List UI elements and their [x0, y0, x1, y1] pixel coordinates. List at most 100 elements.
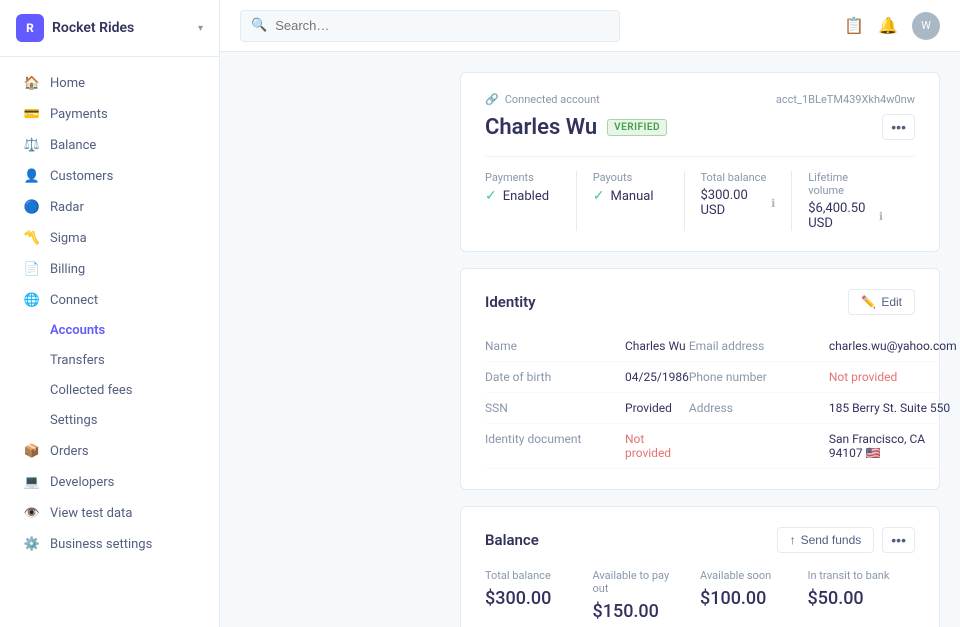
avatar[interactable]: W — [912, 12, 940, 40]
balance-in-transit: In transit to bank $50.00 — [808, 569, 916, 622]
send-funds-button[interactable]: ↑ Send funds — [777, 527, 875, 553]
sidebar-item-label: Connect — [50, 293, 98, 308]
chevron-down-icon: ▾ — [198, 23, 203, 34]
identity-row-dob: Date of birth 04/25/1986 — [485, 362, 689, 393]
field-label: Address — [689, 401, 829, 415]
identity-row-phone: Phone number Not provided — [689, 362, 957, 393]
topbar: 🔍 📋 🔔 W — [220, 0, 960, 52]
bal-label: In transit to bank — [808, 569, 900, 582]
sidebar-item-view-test-data[interactable]: 👁️ View test data — [8, 498, 211, 528]
sidebar-item-label: Transfers — [50, 353, 105, 368]
sidebar-item-customers[interactable]: 👤 Customers — [8, 161, 211, 191]
search-icon: 🔍 — [251, 18, 267, 33]
field-value: Provided — [625, 401, 672, 415]
account-name: Charles Wu — [485, 115, 597, 140]
stat-lifetime-volume: Lifetime volume $6,400.50 USD ℹ — [808, 171, 899, 231]
balance-header: Balance ↑ Send funds ••• — [485, 527, 915, 553]
account-stats: Payments ✓ Enabled Payouts ✓ Manual Tota… — [485, 156, 915, 231]
stat-value: $300.00 USD ℹ — [701, 188, 776, 218]
sidebar-item-radar[interactable]: 🔵 Radar — [8, 192, 211, 222]
info-icon-lifetime[interactable]: ℹ — [879, 210, 883, 223]
identity-card: Identity ✏️ Edit Name Charles Wu Date of… — [460, 268, 940, 490]
sidebar-item-sigma[interactable]: 〽️ Sigma — [8, 223, 211, 253]
sidebar: R Rocket Rides ▾ 🏠 Home 💳 Payments ⚖️ Ba… — [0, 0, 220, 627]
app-name: Rocket Rides — [52, 20, 134, 36]
main-content: 🔗 Connected account acct_1BLeTM439Xkh4w0… — [440, 52, 960, 627]
sidebar-item-home[interactable]: 🏠 Home — [8, 68, 211, 98]
send-funds-icon: ↑ — [790, 533, 796, 547]
sidebar-item-billing[interactable]: 📄 Billing — [8, 254, 211, 284]
docs-icon[interactable]: 📋 — [844, 16, 864, 35]
edit-label: Edit — [881, 295, 902, 309]
payments-icon: 💳 — [24, 106, 40, 122]
stat-label: Payments — [485, 171, 560, 184]
balance-icon: ⚖️ — [24, 137, 40, 153]
balance-total: Total balance $300.00 — [485, 569, 593, 622]
identity-title: Identity — [485, 293, 536, 311]
balance-available-soon: Available soon $100.00 — [700, 569, 808, 622]
stat-label: Payouts — [593, 171, 668, 184]
field-value: San Francisco, CA 94107 🇺🇸 — [829, 432, 957, 460]
search-box[interactable]: 🔍 — [240, 10, 620, 42]
more-options-button[interactable]: ••• — [882, 114, 915, 140]
field-label: Identity document — [485, 432, 625, 460]
sidebar-item-settings[interactable]: Settings — [8, 406, 211, 435]
connected-label: Connected account — [505, 93, 600, 106]
sidebar-item-balance[interactable]: ⚖️ Balance — [8, 130, 211, 160]
payouts-status: Manual — [610, 189, 653, 204]
connect-icon: 🌐 — [24, 292, 40, 308]
identity-header: Identity ✏️ Edit — [485, 289, 915, 315]
sidebar-item-label: Sigma — [50, 231, 87, 246]
identity-row-doc: Identity document Not provided — [485, 424, 689, 469]
sidebar-item-transfers[interactable]: Transfers — [8, 346, 211, 375]
notifications-icon[interactable]: 🔔 — [878, 16, 898, 35]
balance-actions: ↑ Send funds ••• — [777, 527, 915, 553]
sidebar-item-collected-fees[interactable]: Collected fees — [8, 376, 211, 405]
bal-value: $150.00 — [593, 601, 685, 622]
sidebar-nav: 🏠 Home 💳 Payments ⚖️ Balance 👤 Customers… — [0, 57, 219, 627]
field-label: Email address — [689, 339, 829, 353]
info-icon[interactable]: ℹ — [771, 197, 775, 210]
balance-available-payout: Available to pay out $150.00 — [593, 569, 701, 622]
edit-button[interactable]: ✏️ Edit — [848, 289, 915, 315]
sidebar-item-label: View test data — [50, 506, 132, 521]
field-value: Not provided — [829, 370, 897, 384]
sidebar-item-label: Balance — [50, 138, 96, 153]
field-label — [689, 432, 829, 460]
sidebar-item-developers[interactable]: 💻 Developers — [8, 467, 211, 497]
account-header-card: 🔗 Connected account acct_1BLeTM439Xkh4w0… — [460, 72, 940, 252]
sidebar-item-label: Billing — [50, 262, 85, 277]
radar-icon: 🔵 — [24, 199, 40, 215]
sidebar-item-label: Accounts — [50, 323, 105, 338]
sidebar-item-business-settings[interactable]: ⚙️ Business settings — [8, 529, 211, 559]
connected-icon: 🔗 — [485, 93, 499, 106]
balance-title: Balance — [485, 531, 539, 549]
stat-value: $6,400.50 USD ℹ — [808, 201, 883, 231]
bal-value: $50.00 — [808, 588, 900, 609]
account-id: acct_1BLeTM439Xkh4w0nw — [776, 93, 915, 106]
sidebar-item-label: Payments — [50, 107, 108, 122]
customers-icon: 👤 — [24, 168, 40, 184]
balance-more-button[interactable]: ••• — [882, 527, 915, 553]
sidebar-item-connect[interactable]: 🌐 Connect — [8, 285, 211, 315]
field-value: 185 Berry St. Suite 550 — [829, 401, 950, 415]
orders-icon: 📦 — [24, 443, 40, 459]
field-value: Not provided — [625, 432, 689, 460]
sidebar-item-accounts[interactable]: Accounts — [8, 316, 211, 345]
identity-row-name: Name Charles Wu — [485, 331, 689, 362]
bal-label: Available to pay out — [593, 569, 685, 595]
bal-label: Available soon — [700, 569, 792, 582]
sidebar-item-label: Developers — [50, 475, 114, 490]
bal-value: $300.00 — [485, 588, 577, 609]
sidebar-item-label: Radar — [50, 200, 84, 215]
search-input[interactable] — [275, 18, 609, 33]
sidebar-item-label: Orders — [50, 444, 89, 459]
identity-row-email: Email address charles.wu@yahoo.com — [689, 331, 957, 362]
identity-row-address2: San Francisco, CA 94107 🇺🇸 — [689, 424, 957, 469]
sidebar-item-orders[interactable]: 📦 Orders — [8, 436, 211, 466]
topbar-actions: 📋 🔔 W — [844, 12, 940, 40]
field-value: charles.wu@yahoo.com — [829, 339, 957, 353]
balance-stats: Total balance $300.00 Available to pay o… — [485, 569, 915, 622]
app-logo[interactable]: R Rocket Rides ▾ — [0, 0, 219, 57]
sidebar-item-payments[interactable]: 💳 Payments — [8, 99, 211, 129]
